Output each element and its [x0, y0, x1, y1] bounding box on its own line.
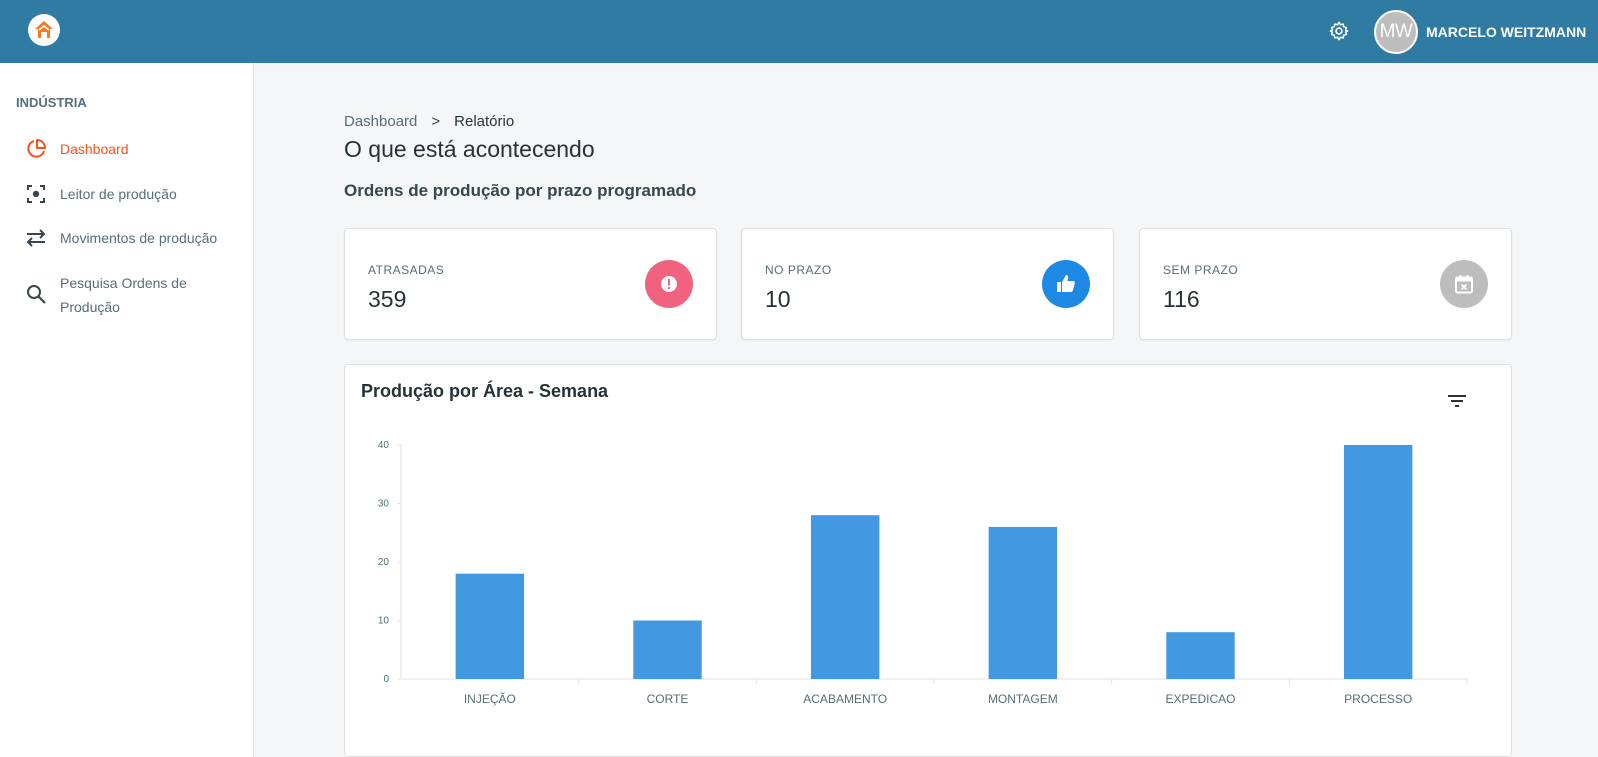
top-app-bar: MW MARCELO WEITZMANN [0, 0, 1598, 63]
x-tick-label: CORTE [647, 692, 689, 706]
sidebar-item-label: Movimentos de produção [60, 230, 218, 246]
app-logo[interactable] [28, 14, 60, 46]
swap-arrows-icon [26, 229, 46, 247]
user-name[interactable]: MARCELO WEITZMANN [1426, 24, 1586, 40]
bar[interactable] [1166, 632, 1235, 679]
gear-icon[interactable] [1328, 20, 1350, 42]
card-value: 10 [765, 286, 791, 312]
sidebar-section-title: INDÚSTRIA [16, 95, 87, 110]
section-subtitle: Ordens de produção por prazo programado [344, 181, 697, 200]
breadcrumb-root[interactable]: Dashboard [344, 113, 417, 130]
bar-chart: 0 10 20 30 40 INJEÇÃO CORTE ACABAMENTO MONTAGEM E… [378, 440, 1468, 706]
sidebar-item-label: Pesquisa Ordens de Produção [60, 275, 187, 315]
card-value: 116 [1163, 286, 1200, 312]
x-tick-label: MONTAGEM [988, 692, 1058, 706]
bar[interactable] [455, 573, 525, 679]
card-no-prazo: NO PRAZO 10 [741, 228, 1114, 340]
card-label: NO PRAZO [765, 263, 832, 277]
x-tick-label: EXPEDICAO [1165, 692, 1235, 706]
breadcrumb-current: Relatório [454, 113, 515, 130]
y-tick-label: 40 [378, 440, 390, 451]
sidebar-item-label: Leitor de produção [60, 186, 177, 202]
bar[interactable] [988, 526, 1058, 679]
y-tick-label: 10 [378, 616, 390, 627]
y-tick-label: 20 [378, 557, 390, 568]
search-icon [27, 285, 46, 304]
bar[interactable] [810, 515, 880, 679]
bar[interactable] [1343, 445, 1413, 679]
avatar[interactable]: MW [1374, 10, 1418, 54]
calendar-x-icon [1440, 260, 1488, 308]
x-tick-label: ACABAMENTO [803, 692, 887, 706]
avatar-initials: MW [1379, 21, 1413, 42]
sidebar-item-movimentos[interactable]: Movimentos de produção [16, 226, 246, 250]
card-value: 359 [368, 286, 407, 312]
card-label: SEM PRAZO [1163, 263, 1239, 277]
thumbs-up-icon [1042, 260, 1090, 308]
page-title: O que está acontecendo [344, 136, 595, 162]
breadcrumb: Dashboard > Relatório [344, 113, 514, 130]
x-tick-label: INJEÇÃO [464, 692, 516, 706]
sidebar-item-leitor[interactable]: Leitor de produção [16, 182, 246, 206]
sidebar: INDÚSTRIA Dashboard Leitor de produção M… [0, 63, 254, 757]
sidebar-item-label: Dashboard [60, 141, 129, 157]
x-tick-label: PROCESSO [1344, 692, 1412, 706]
card-sem-prazo: SEM PRAZO 116 [1139, 228, 1512, 340]
scan-icon [27, 185, 45, 203]
card-atrasadas: ATRASADAS 359 [344, 228, 717, 340]
y-tick-label: 30 [378, 499, 390, 510]
chart-card: Produção por Área - Semana 0 10 20 30 40 INJE… [344, 364, 1512, 757]
y-tick-label: 0 [383, 674, 389, 685]
bar[interactable] [633, 620, 702, 680]
sidebar-item-dashboard[interactable]: Dashboard [16, 137, 246, 161]
sidebar-item-pesquisa[interactable]: Pesquisa Ordens de Produção [16, 271, 246, 319]
pie-chart-icon [27, 139, 46, 158]
house-logo-icon [35, 21, 53, 38]
chevron-right-icon: > [431, 113, 441, 130]
alert-icon [645, 260, 693, 308]
card-label: ATRASADAS [368, 263, 445, 277]
